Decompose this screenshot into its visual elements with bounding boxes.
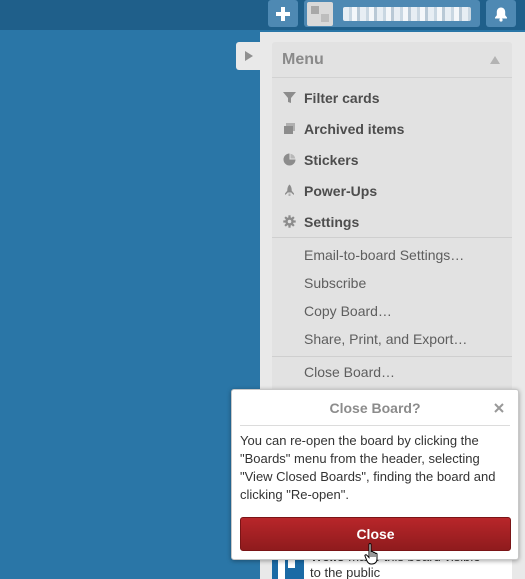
menu-item-stickers[interactable]: Stickers [272,144,512,175]
menu-primary-list: Filter cards Archived items Stickers Pow… [272,78,512,237]
archive-icon [284,123,295,134]
avatar [307,1,333,26]
menu-panel: Menu Filter cards Archived items Sticker… [272,42,512,416]
rocket-icon [285,184,294,196]
popover-message: You can re-open the board by clicking th… [240,433,496,502]
popover-title: Close Board? [329,399,421,416]
menu-item-share-print-export[interactable]: Share, Print, and Export… [272,325,512,353]
menu-item-power-ups[interactable]: Power-Ups [272,175,512,206]
filter-icon [283,92,296,103]
popover-close-button[interactable] [492,401,506,415]
notifications-button[interactable] [486,0,516,27]
sticker-icon [283,153,296,166]
add-button[interactable] [268,0,298,27]
menu-item-archived-items[interactable]: Archived items [272,113,512,144]
menu-item-label: Power-Ups [304,182,378,199]
bell-icon [495,7,507,22]
member-name-redacted [343,6,471,21]
menu-item-close-board[interactable]: Close Board… [272,357,512,387]
menu-item-subscribe[interactable]: Subscribe [272,269,512,297]
close-board-popover: Close Board? You can re-open the board b… [231,389,519,560]
menu-secondary-list: Email-to-board Settings… Subscribe Copy … [272,238,512,353]
popover-header: Close Board? [240,390,510,426]
menu-item-settings[interactable]: Settings [272,206,512,237]
menu-item-label: Settings [304,213,360,230]
menu-item-email-to-board-settings[interactable]: Email-to-board Settings… [272,241,512,269]
gear-icon [283,215,296,228]
close-icon [494,403,504,413]
top-header [0,0,525,30]
menu-item-label: Filter cards [304,89,380,106]
menu-item-copy-board[interactable]: Copy Board… [272,297,512,325]
plus-icon [276,6,290,21]
member-menu-button[interactable] [304,0,480,27]
sidebar-toggle-button[interactable] [236,42,262,70]
menu-title: Menu [282,50,324,68]
menu-item-label: Stickers [304,151,359,168]
triangle-right-icon [245,51,253,61]
menu-item-label: Archived items [304,120,405,137]
triangle-up-icon[interactable] [490,55,500,64]
hand-cursor-icon [364,543,378,565]
menu-item-filter-cards[interactable]: Filter cards [272,82,512,113]
menu-header[interactable]: Menu [272,42,512,78]
